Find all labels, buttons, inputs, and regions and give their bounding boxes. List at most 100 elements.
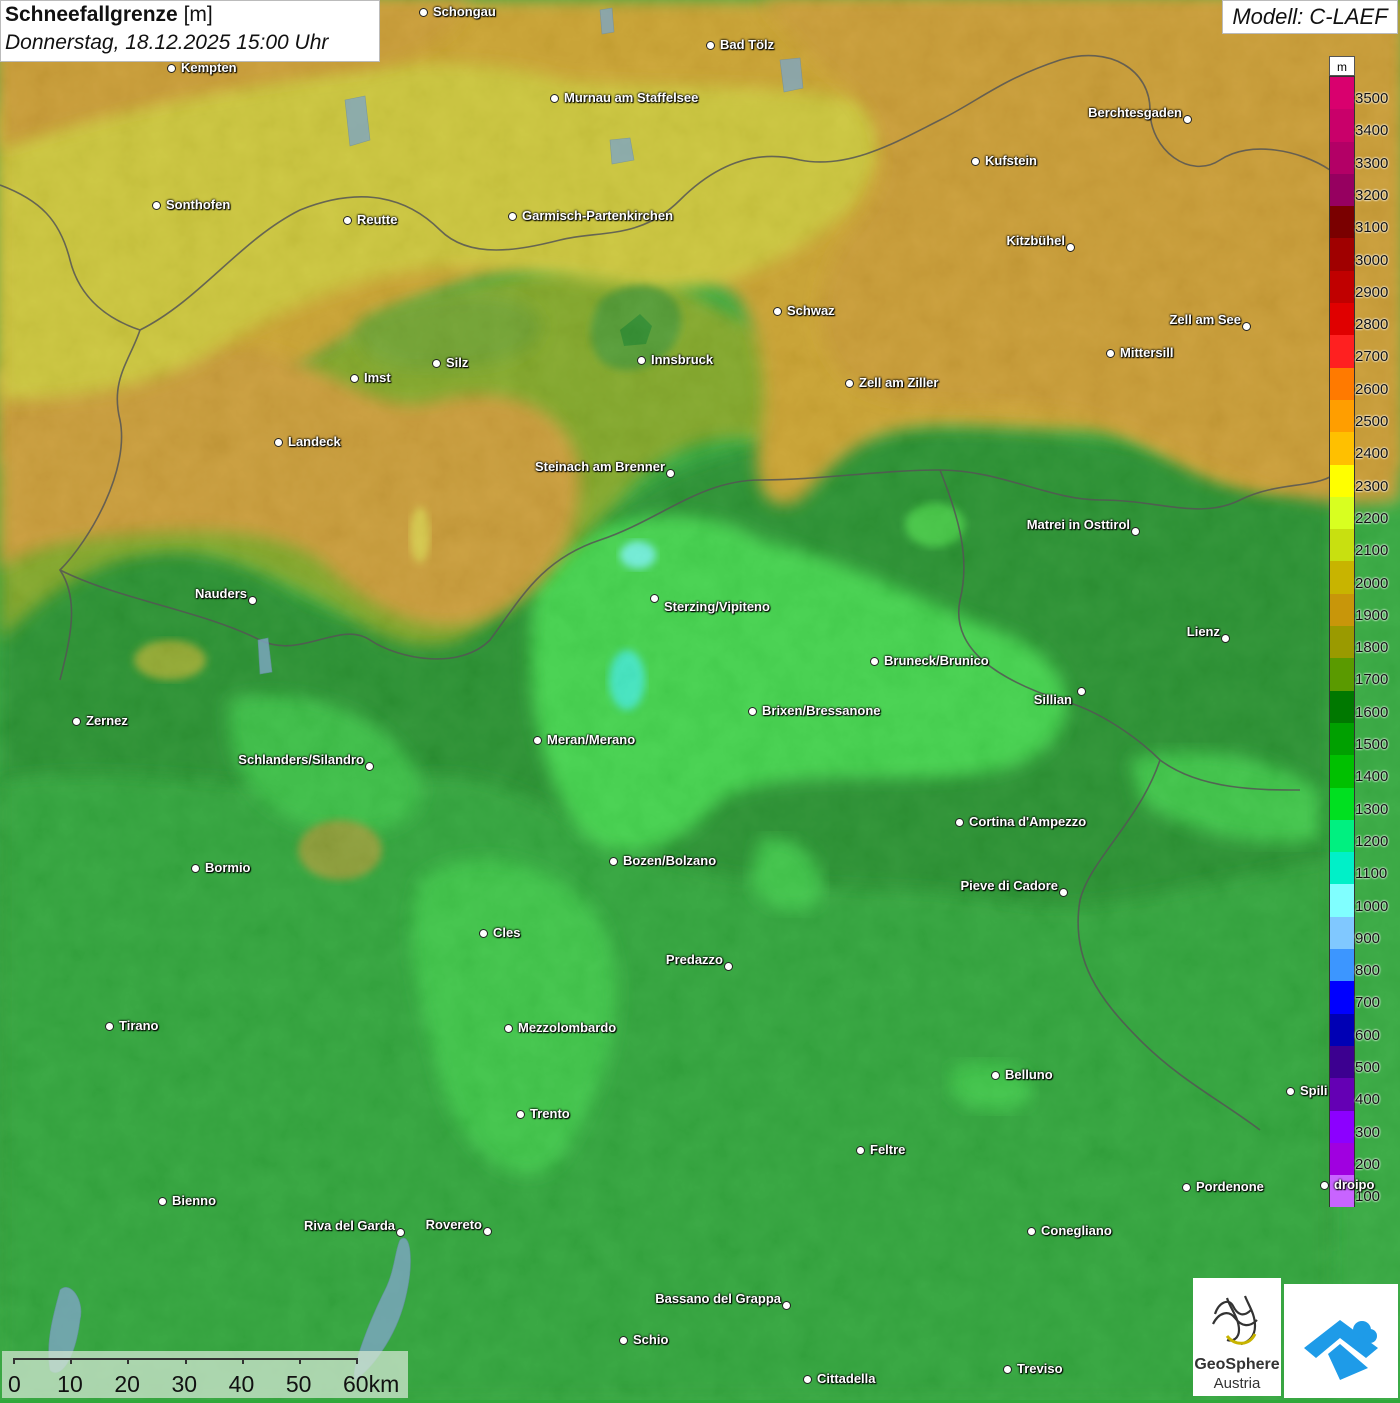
color-legend: m 3500 3400 3300 3200 3100 3000 2900 2800 2700 26… [1329,56,1399,1208]
city-marker-murnau-am-staffelsee [550,94,559,103]
geosphere-text-1: GeoSphere [1194,1356,1280,1373]
city-label-riva-del-garda: Riva del Garda [303,1218,395,1233]
scale-label: 60km [343,1371,400,1397]
legend-swatch-3500 [1330,77,1354,110]
city-label-cles: Cles [493,925,521,940]
legend-unit: m [1329,56,1355,76]
city-marker-berchtesgaden [1183,115,1192,124]
legend-label-1300: 1300 [1355,800,1389,818]
mountain-cloud-icon [1304,1320,1378,1380]
legend-label-1400: 1400 [1355,768,1389,786]
legend-label-400: 400 [1355,1091,1381,1109]
city-marker-zell-am-see [1242,322,1251,331]
city-marker-mezzolombardo [504,1024,513,1033]
legend-swatch-2800 [1330,303,1354,336]
city-marker-zell-am-ziller [845,379,854,388]
city-label-pieve-di-cadore: Pieve di Cadore [960,878,1058,893]
legend-swatch-1300 [1330,787,1354,820]
city-label-matrei-in-osttirol: Matrei in Osttirol [1026,517,1130,532]
city-marker-bassano-del-grappa [782,1301,791,1310]
city-marker-cles [479,929,488,938]
legend-swatch-1400 [1330,755,1354,788]
legend-label-900: 900 [1355,929,1381,947]
legend-label-2200: 2200 [1355,509,1389,527]
legend-swatch-2400 [1330,432,1354,465]
legend-swatch-1800 [1330,626,1354,659]
city-marker-spili [1286,1087,1295,1096]
city-marker-bormio [191,864,200,873]
city-label-bruneck-brunico: Bruneck/Brunico [884,653,989,668]
city-marker-sillian [1077,687,1086,696]
legend-swatch-2300 [1330,464,1354,497]
legend-label-3000: 3000 [1355,251,1389,269]
scale-bar: 0 10 20 30 40 50 60km [2,1351,408,1398]
scale-label: 40 [228,1371,255,1397]
city-marker-pordenone [1182,1183,1191,1192]
legend-label-2900: 2900 [1355,283,1389,301]
legend-swatch-800 [1330,949,1354,982]
city-label-spili: Spili [1300,1083,1328,1098]
geosphere-text-2: Austria [1213,1375,1261,1392]
scale-tick [241,1358,244,1364]
city-marker-sonthofen [152,201,161,210]
legend-swatch-1500 [1330,722,1354,756]
legend-swatch-3100 [1330,206,1354,239]
legend-swatch-3400 [1330,109,1354,142]
city-marker-kempten [167,64,176,73]
city-marker-innsbruck [637,356,646,365]
legend-label-800: 800 [1355,962,1381,980]
legend-label-2400: 2400 [1355,445,1389,463]
city-label-zell-am-see: Zell am See [1169,312,1241,327]
legend-color-bar [1329,76,1355,1208]
legend-swatch-3200 [1330,173,1354,207]
legend-label-2500: 2500 [1355,413,1389,430]
legend-swatch-300 [1330,1110,1354,1143]
city-label-mittersill: Mittersill [1120,345,1174,360]
legend-swatch-2700 [1330,335,1354,368]
legend-label-2000: 2000 [1355,574,1389,592]
city-marker-bruneck-brunico [870,657,879,666]
legend-swatch-3300 [1330,141,1354,174]
legend-label-3200: 3200 [1355,186,1389,204]
legend-label-2100: 2100 [1355,542,1389,560]
legend-swatch-2100 [1330,529,1354,562]
legend-label-600: 600 [1355,1026,1381,1044]
city-label-imst: Imst [364,370,391,385]
city-marker-droipo [1320,1181,1329,1190]
city-marker-trento [516,1110,525,1119]
city-label-innsbruck: Innsbruck [651,352,714,367]
city-marker-meran-merano [533,736,542,745]
legend-label-1900: 1900 [1355,606,1389,624]
city-label-bad-t-lz: Bad Tölz [720,37,775,52]
city-label-kempten: Kempten [181,60,237,75]
city-label-cittadella: Cittadella [817,1371,876,1386]
scale-label: 10 [57,1371,83,1397]
city-label-predazzo: Predazzo [665,952,723,967]
city-marker-belluno [991,1071,1000,1080]
parameter-unit: [m] [183,3,213,26]
legend-label-1100: 1100 [1355,865,1388,883]
legend-label-500: 500 [1355,1059,1381,1076]
city-marker-silz [432,359,441,368]
scale-tick [13,1358,15,1364]
legend-swatch-1200 [1330,819,1354,853]
city-label-sterzing-vipiteno: Sterzing/Vipiteno [664,599,770,614]
scale-tick [70,1358,73,1364]
scale-tick [127,1358,130,1364]
legend-swatch-3000 [1330,238,1354,271]
city-marker-schwaz [773,307,782,316]
geosphere-emblem-icon [1212,1295,1258,1346]
city-label-feltre: Feltre [870,1142,906,1157]
city-marker-matrei-in-osttirol [1131,527,1140,536]
legend-label-2700: 2700 [1355,348,1389,366]
legend-label-700: 700 [1355,994,1381,1012]
city-label-schio: Schio [633,1332,669,1347]
city-marker-pieve-di-cadore [1059,888,1068,897]
city-label-steinach-am-brenner: Steinach am Brenner [534,459,665,474]
city-label-tirano: Tirano [119,1018,159,1033]
forecast-datetime: Donnerstag, 18.12.2025 15:00 Uhr [5,31,329,54]
city-marker-sterzing-vipiteno [650,594,659,603]
legend-label-3400: 3400 [1355,122,1389,140]
scale-tick [356,1358,358,1364]
city-marker-schio [619,1336,628,1345]
